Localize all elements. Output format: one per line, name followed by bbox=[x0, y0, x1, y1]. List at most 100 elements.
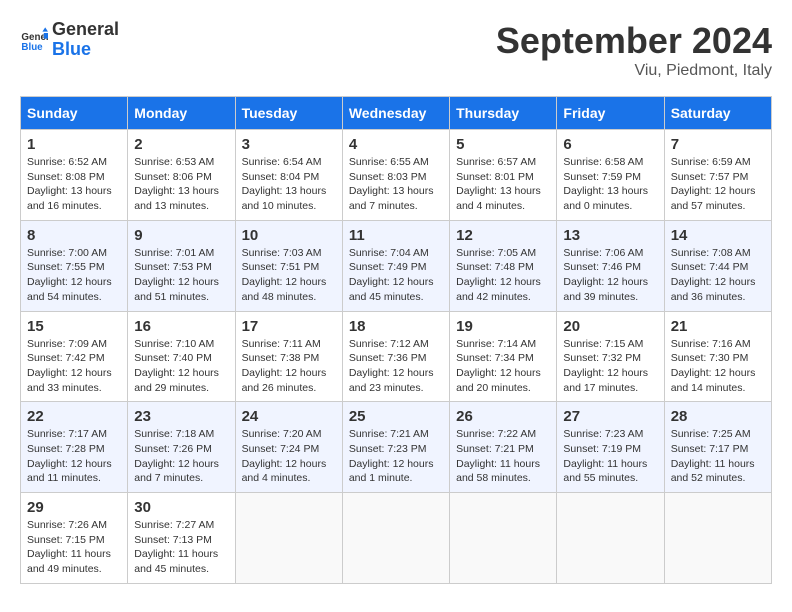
day-number: 24 bbox=[242, 408, 336, 425]
cell-content: Sunrise: 7:20 AMSunset: 7:24 PMDaylight:… bbox=[242, 427, 336, 486]
calendar-cell: 15 Sunrise: 7:09 AMSunset: 7:42 PMDayligh… bbox=[21, 311, 128, 402]
day-number: 7 bbox=[671, 136, 765, 153]
cell-content: Sunrise: 7:06 AMSunset: 7:46 PMDaylight:… bbox=[563, 246, 657, 305]
calendar-cell: 3Sunrise: 6:54 AMSunset: 8:04 PMDaylight… bbox=[235, 130, 342, 221]
day-number: 19 bbox=[456, 318, 550, 335]
cell-content: Sunrise: 7:16 AMSunset: 7:30 PMDaylight:… bbox=[671, 337, 765, 396]
calendar-cell: 23Sunrise: 7:18 AMSunset: 7:26 PMDayligh… bbox=[128, 402, 235, 493]
calendar-cell bbox=[450, 493, 557, 584]
calendar-cell: 18 Sunrise: 7:12 AMSunset: 7:36 PMDayligh… bbox=[342, 311, 449, 402]
calendar-cell: 9 Sunrise: 7:01 AMSunset: 7:53 PMDaylight… bbox=[128, 220, 235, 311]
cell-content: Sunrise: 7:12 AMSunset: 7:36 PMDaylight:… bbox=[349, 337, 443, 396]
cell-content: Sunrise: 6:59 AMSunset: 7:57 PMDaylight:… bbox=[671, 155, 765, 214]
week-row-1: 1 Sunrise: 6:52 AMSunset: 8:08 PMDaylight… bbox=[21, 130, 772, 221]
cell-content: Sunrise: 6:53 AMSunset: 8:06 PMDaylight:… bbox=[134, 155, 228, 214]
calendar-cell: 22Sunrise: 7:17 AMSunset: 7:28 PMDayligh… bbox=[21, 402, 128, 493]
day-number: 6 bbox=[563, 136, 657, 153]
day-number: 28 bbox=[671, 408, 765, 425]
cell-content: Sunrise: 7:09 AMSunset: 7:42 PMDaylight:… bbox=[27, 337, 121, 396]
day-number: 30 bbox=[134, 499, 228, 516]
cell-content: Sunrise: 7:18 AMSunset: 7:26 PMDaylight:… bbox=[134, 427, 228, 486]
calendar-cell bbox=[557, 493, 664, 584]
calendar-cell: 29 Sunrise: 7:26 AMSunset: 7:15 PMDayligh… bbox=[21, 493, 128, 584]
cell-content: Sunrise: 7:03 AMSunset: 7:51 PMDaylight:… bbox=[242, 246, 336, 305]
day-number: 20 bbox=[563, 318, 657, 335]
cell-content: Sunrise: 7:27 AMSunset: 7:13 PMDaylight:… bbox=[134, 518, 228, 577]
day-number: 8 bbox=[27, 227, 121, 244]
location-subtitle: Viu, Piedmont, Italy bbox=[496, 62, 772, 80]
cell-content: Sunrise: 6:55 AMSunset: 8:03 PMDaylight:… bbox=[349, 155, 443, 214]
calendar-cell: 25Sunrise: 7:21 AMSunset: 7:23 PMDayligh… bbox=[342, 402, 449, 493]
calendar-cell: 8 Sunrise: 7:00 AMSunset: 7:55 PMDaylight… bbox=[21, 220, 128, 311]
calendar-cell: 5Sunrise: 6:57 AMSunset: 8:01 PMDaylight… bbox=[450, 130, 557, 221]
col-header-tuesday: Tuesday bbox=[235, 97, 342, 130]
calendar-cell: 24 Sunrise: 7:20 AMSunset: 7:24 PMDayligh… bbox=[235, 402, 342, 493]
calendar-cell: 26 Sunrise: 7:22 AMSunset: 7:21 PMDayligh… bbox=[450, 402, 557, 493]
logo-blue: Blue bbox=[52, 40, 119, 60]
day-number: 15 bbox=[27, 318, 121, 335]
week-row-4: 22Sunrise: 7:17 AMSunset: 7:28 PMDayligh… bbox=[21, 402, 772, 493]
day-number: 13 bbox=[563, 227, 657, 244]
logo-icon: General Blue bbox=[20, 26, 48, 54]
day-number: 1 bbox=[27, 136, 121, 153]
logo: General Blue General Blue bbox=[20, 20, 119, 60]
calendar-cell: 27 Sunrise: 7:23 AMSunset: 7:19 PMDayligh… bbox=[557, 402, 664, 493]
cell-content: Sunrise: 7:01 AMSunset: 7:53 PMDaylight:… bbox=[134, 246, 228, 305]
calendar-cell: 6 Sunrise: 6:58 AMSunset: 7:59 PMDaylight… bbox=[557, 130, 664, 221]
header: General Blue General Blue September 2024… bbox=[20, 20, 772, 80]
day-number: 16 bbox=[134, 318, 228, 335]
day-number: 22 bbox=[27, 408, 121, 425]
day-number: 27 bbox=[563, 408, 657, 425]
day-number: 4 bbox=[349, 136, 443, 153]
day-number: 25 bbox=[349, 408, 443, 425]
cell-content: Sunrise: 7:23 AMSunset: 7:19 PMDaylight:… bbox=[563, 427, 657, 486]
day-number: 9 bbox=[134, 227, 228, 244]
cell-content: Sunrise: 7:05 AMSunset: 7:48 PMDaylight:… bbox=[456, 246, 550, 305]
day-number: 2 bbox=[134, 136, 228, 153]
calendar-cell: 11Sunrise: 7:04 AMSunset: 7:49 PMDayligh… bbox=[342, 220, 449, 311]
cell-content: Sunrise: 7:22 AMSunset: 7:21 PMDaylight:… bbox=[456, 427, 550, 486]
calendar-cell bbox=[235, 493, 342, 584]
calendar-cell: 16 Sunrise: 7:10 AMSunset: 7:40 PMDayligh… bbox=[128, 311, 235, 402]
week-row-2: 8 Sunrise: 7:00 AMSunset: 7:55 PMDaylight… bbox=[21, 220, 772, 311]
col-header-wednesday: Wednesday bbox=[342, 97, 449, 130]
day-number: 10 bbox=[242, 227, 336, 244]
cell-content: Sunrise: 6:54 AMSunset: 8:04 PMDaylight:… bbox=[242, 155, 336, 214]
col-header-saturday: Saturday bbox=[664, 97, 771, 130]
cell-content: Sunrise: 6:52 AMSunset: 8:08 PMDaylight:… bbox=[27, 155, 121, 214]
calendar-cell: 4 Sunrise: 6:55 AMSunset: 8:03 PMDaylight… bbox=[342, 130, 449, 221]
cell-content: Sunrise: 7:26 AMSunset: 7:15 PMDaylight:… bbox=[27, 518, 121, 577]
month-title: September 2024 bbox=[496, 20, 772, 62]
col-header-monday: Monday bbox=[128, 97, 235, 130]
day-number: 21 bbox=[671, 318, 765, 335]
title-block: September 2024 Viu, Piedmont, Italy bbox=[496, 20, 772, 80]
calendar-table: SundayMondayTuesdayWednesdayThursdayFrid… bbox=[20, 96, 772, 584]
calendar-cell: 2 Sunrise: 6:53 AMSunset: 8:06 PMDaylight… bbox=[128, 130, 235, 221]
cell-content: Sunrise: 7:15 AMSunset: 7:32 PMDaylight:… bbox=[563, 337, 657, 396]
day-number: 11 bbox=[349, 227, 443, 244]
day-number: 29 bbox=[27, 499, 121, 516]
day-number: 17 bbox=[242, 318, 336, 335]
cell-content: Sunrise: 7:25 AMSunset: 7:17 PMDaylight:… bbox=[671, 427, 765, 486]
col-header-thursday: Thursday bbox=[450, 97, 557, 130]
cell-content: Sunrise: 6:58 AMSunset: 7:59 PMDaylight:… bbox=[563, 155, 657, 214]
day-number: 14 bbox=[671, 227, 765, 244]
calendar-cell: 21 Sunrise: 7:16 AMSunset: 7:30 PMDayligh… bbox=[664, 311, 771, 402]
header-row: SundayMondayTuesdayWednesdayThursdayFrid… bbox=[21, 97, 772, 130]
cell-content: Sunrise: 7:11 AMSunset: 7:38 PMDaylight:… bbox=[242, 337, 336, 396]
calendar-cell: 19 Sunrise: 7:14 AMSunset: 7:34 PMDayligh… bbox=[450, 311, 557, 402]
col-header-sunday: Sunday bbox=[21, 97, 128, 130]
cell-content: Sunrise: 7:10 AMSunset: 7:40 PMDaylight:… bbox=[134, 337, 228, 396]
calendar-cell: 30 Sunrise: 7:27 AMSunset: 7:13 PMDayligh… bbox=[128, 493, 235, 584]
calendar-cell: 17 Sunrise: 7:11 AMSunset: 7:38 PMDayligh… bbox=[235, 311, 342, 402]
calendar-cell: 7 Sunrise: 6:59 AMSunset: 7:57 PMDaylight… bbox=[664, 130, 771, 221]
cell-content: Sunrise: 7:00 AMSunset: 7:55 PMDaylight:… bbox=[27, 246, 121, 305]
logo-general: General bbox=[52, 20, 119, 40]
calendar-cell: 12Sunrise: 7:05 AMSunset: 7:48 PMDayligh… bbox=[450, 220, 557, 311]
svg-text:Blue: Blue bbox=[21, 42, 43, 53]
day-number: 18 bbox=[349, 318, 443, 335]
day-number: 26 bbox=[456, 408, 550, 425]
day-number: 5 bbox=[456, 136, 550, 153]
cell-content: Sunrise: 7:14 AMSunset: 7:34 PMDaylight:… bbox=[456, 337, 550, 396]
calendar-cell: 10 Sunrise: 7:03 AMSunset: 7:51 PMDayligh… bbox=[235, 220, 342, 311]
